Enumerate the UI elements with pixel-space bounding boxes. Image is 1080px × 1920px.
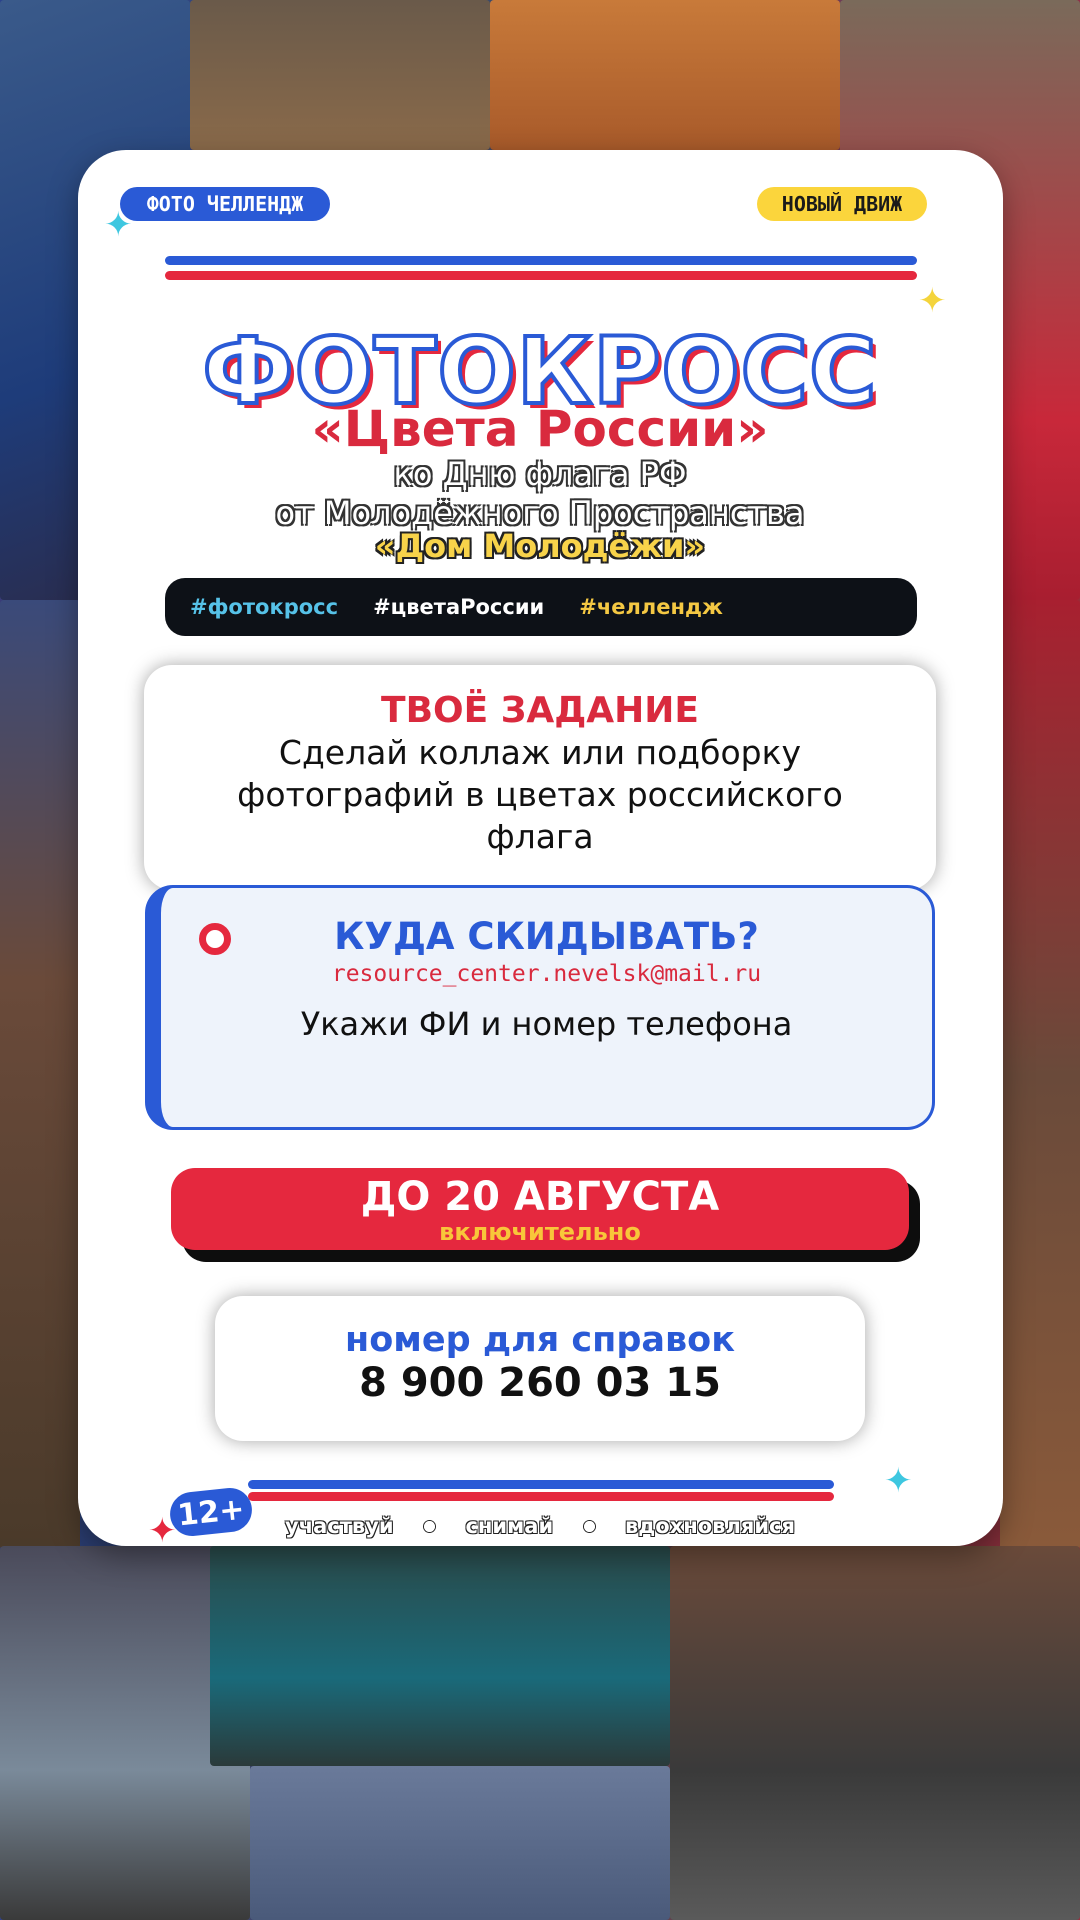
organizer-name: «Дом Молодёжи» xyxy=(374,527,706,565)
task-text-line: фотографий в цветах российского xyxy=(237,775,843,814)
footer-slogan: участвуй снимай вдохновляйся xyxy=(285,1511,795,1541)
submit-email-link[interactable]: resource_center.nevelsk@mail.ru xyxy=(161,961,932,987)
photo-challenge-badge: ФОТО ЧЕЛЛЕНДЖ xyxy=(120,187,330,221)
flag-stripe-red xyxy=(165,271,917,280)
background-collage-top-mid xyxy=(190,0,490,150)
hashtag-bar: #фотокросс #цветаРоссии #челлендж xyxy=(165,578,917,636)
circle-separator-icon xyxy=(424,1520,436,1532)
task-text-line: Сделай коллаж или подборку xyxy=(278,733,802,772)
slogan-word: участвуй xyxy=(285,1514,394,1538)
new-movement-badge: НОВЫЙ ДВИЖ xyxy=(757,187,927,221)
footer-stripe-red xyxy=(248,1492,834,1501)
background-collage-bottom-car xyxy=(210,1546,670,1766)
slogan-word: снимай xyxy=(465,1514,554,1538)
slogan-word: вдохновляйся xyxy=(625,1514,795,1538)
background-collage-mid-right xyxy=(1000,600,1080,1550)
deadline-banner: ДО 20 АВГУСТА включительно xyxy=(171,1168,909,1250)
sparkle-icon: ✦ xyxy=(104,205,133,245)
submit-title: КУДА СКИДЫВАТЬ? xyxy=(334,915,759,958)
sparkle-icon: ✦ xyxy=(918,281,947,321)
flag-stripe-blue xyxy=(165,256,917,265)
contact-phone-link[interactable]: 8 900 260 03 15 xyxy=(215,1360,865,1406)
footer-stripe-blue xyxy=(248,1480,834,1489)
circle-bullet-icon xyxy=(199,923,231,955)
sparkle-icon: ✦ xyxy=(884,1461,913,1501)
task-card: ТВОЁ ЗАДАНИЕ Сделай коллаж или подборку … xyxy=(144,665,936,890)
circle-separator-icon xyxy=(583,1520,595,1532)
hashtag[interactable]: #челлендж xyxy=(579,595,723,619)
contact-label: номер для справок xyxy=(345,1320,735,1360)
background-collage-bottom-mid xyxy=(250,1766,670,1920)
contact-card: номер для справок 8 900 260 03 15 xyxy=(215,1296,865,1441)
background-collage-bottom-right xyxy=(670,1546,1080,1920)
occasion-line: ко Дню флага РФ xyxy=(393,455,687,493)
task-text-line: флага xyxy=(486,817,594,856)
deadline-date: ДО 20 АВГУСТА xyxy=(360,1174,720,1220)
deadline-inclusive: включительно xyxy=(439,1218,641,1246)
hashtag[interactable]: #цветаРоссии xyxy=(373,595,544,619)
task-title: ТВОЁ ЗАДАНИЕ xyxy=(381,690,699,731)
background-collage-mid-left xyxy=(0,600,80,1550)
page-subtitle: «Цвета России» xyxy=(311,400,769,458)
background-collage-top-mid2 xyxy=(490,0,840,150)
submit-note: Укажи ФИ и номер телефона xyxy=(300,1005,793,1043)
hashtag[interactable]: #фотокросс xyxy=(190,595,338,619)
submit-card: КУДА СКИДЫВАТЬ? resource_center.nevelsk@… xyxy=(145,885,935,1130)
